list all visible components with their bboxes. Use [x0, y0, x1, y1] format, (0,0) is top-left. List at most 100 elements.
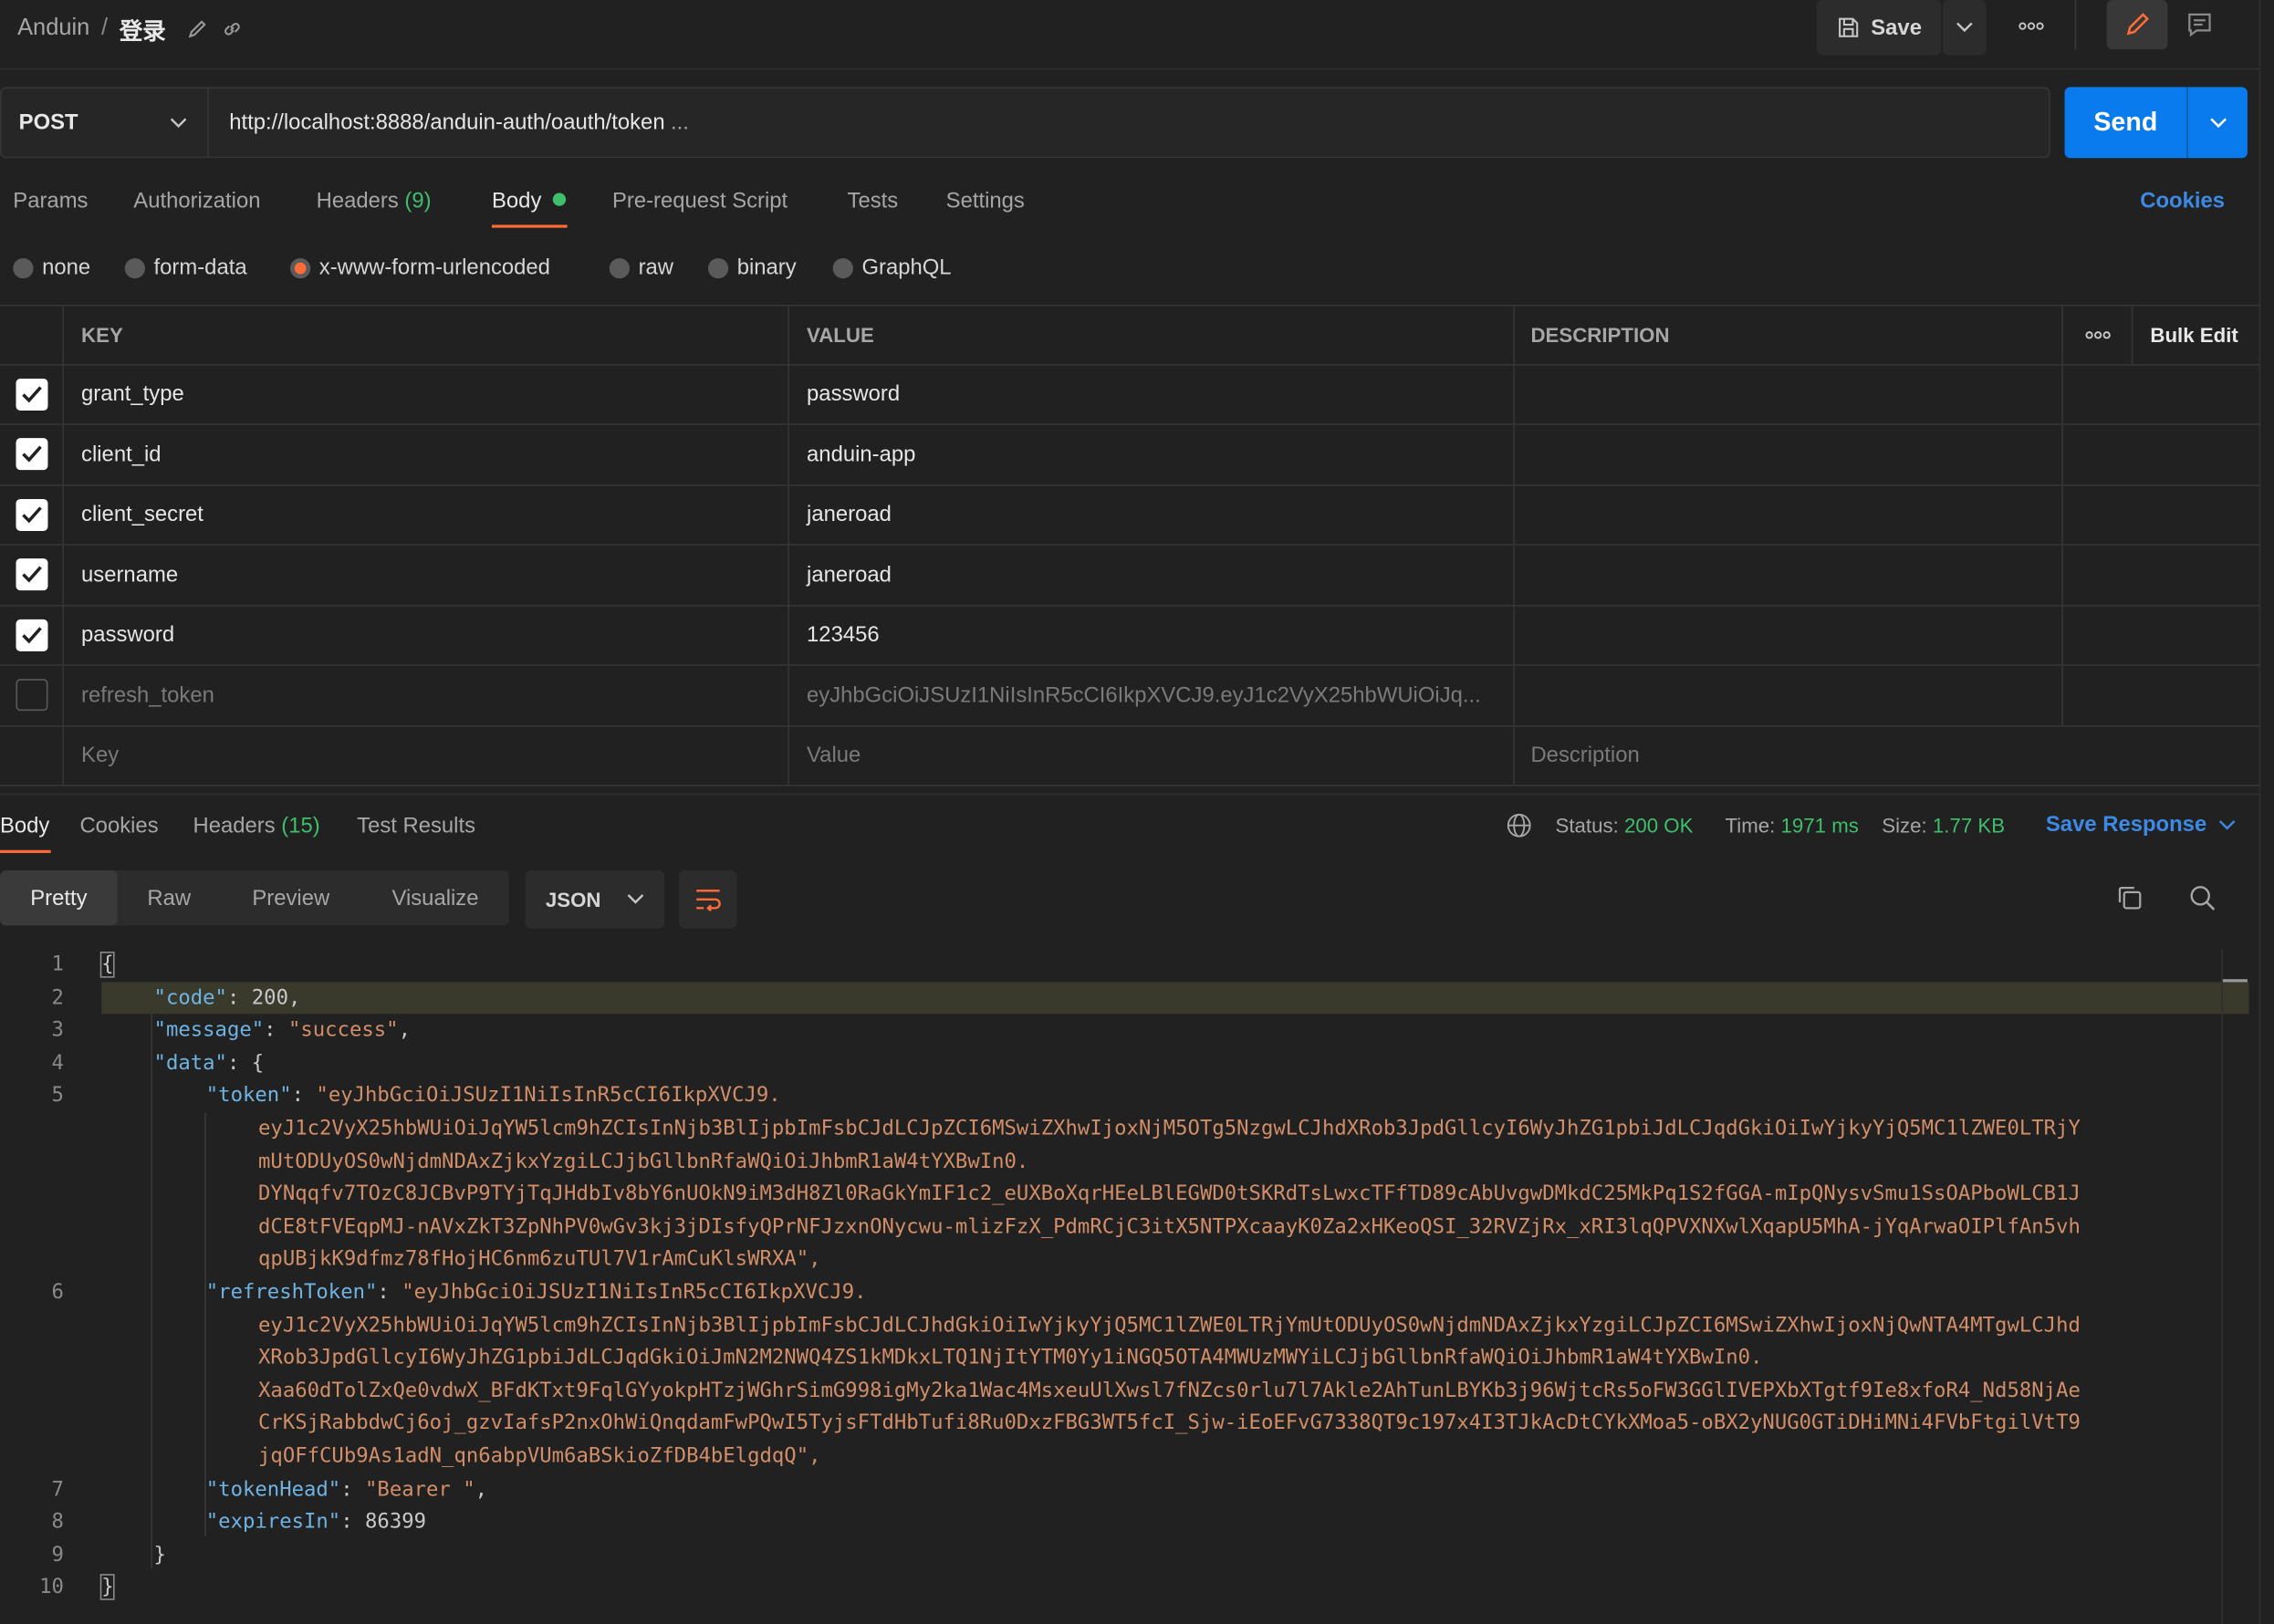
send-options-button[interactable]: [2187, 87, 2248, 159]
param-key[interactable]: grant_type: [64, 364, 789, 424]
table-row: grant_type password: [0, 364, 2261, 425]
bulk-edit-button[interactable]: Bulk Edit: [2133, 306, 2260, 363]
row-checkbox[interactable]: [15, 619, 47, 651]
comment-icon: [2185, 10, 2215, 39]
response-tab-cookies[interactable]: Cookies: [79, 814, 158, 838]
wrap-lines-button[interactable]: [679, 870, 737, 929]
tab-prerequest-script[interactable]: Pre-request Script: [612, 189, 788, 213]
chevron-down-icon: [170, 117, 187, 129]
radio-form-data[interactable]: form-data: [124, 255, 247, 280]
status-value: 200 OK: [1623, 813, 1694, 838]
new-description-input[interactable]: Description: [1515, 726, 2063, 785]
view-pretty-button[interactable]: Pretty: [0, 870, 118, 926]
row-check-cell: [0, 364, 64, 424]
row-spacer: [2063, 546, 2260, 604]
checkmark-icon: [21, 505, 42, 523]
row-checkbox[interactable]: [15, 498, 47, 531]
tab-body-label: Body: [492, 188, 542, 213]
param-value[interactable]: eyJhbGciOiJSUzI1NiIsInR5cCI6IkpXVCJ9.eyJ…: [789, 665, 1515, 725]
tab-params[interactable]: Params: [13, 189, 88, 213]
tab-tests[interactable]: Tests: [848, 189, 899, 213]
table-more-button[interactable]: [2063, 306, 2133, 364]
view-visualize-button[interactable]: Visualize: [361, 870, 509, 925]
save-response-button[interactable]: Save Response: [2046, 812, 2236, 837]
json-string: "success": [287, 1018, 399, 1042]
comments-button[interactable]: [2171, 0, 2229, 49]
new-key-input[interactable]: Key: [64, 725, 789, 786]
response-tab-body[interactable]: Body: [0, 814, 49, 838]
row-checkbox[interactable]: [15, 679, 47, 712]
line-number: 7: [51, 1477, 64, 1502]
code-line: }: [99, 1572, 116, 1605]
time-label: Time:: [1725, 813, 1776, 838]
tab-settings[interactable]: Settings: [946, 189, 1025, 213]
row-checkbox[interactable]: [15, 438, 47, 471]
radio-graphql-label: GraphQL: [861, 255, 952, 280]
radio-binary-label: binary: [736, 255, 797, 280]
response-code-view[interactable]: 1 2 3 4 5 6 7 8 9 10 { "code": 200, "mes…: [0, 949, 2249, 1616]
save-button[interactable]: Save: [1816, 0, 1942, 56]
save-options-button[interactable]: [1943, 0, 1987, 56]
row-checkbox[interactable]: [15, 558, 47, 591]
param-key[interactable]: password: [64, 605, 789, 665]
tab-body[interactable]: Body: [492, 189, 567, 213]
more-actions-button[interactable]: [2012, 12, 2050, 41]
link-icon[interactable]: [221, 17, 244, 40]
cookies-link[interactable]: Cookies: [2140, 189, 2225, 213]
response-headers-count: (15): [281, 813, 320, 839]
radio-form-data-label: form-data: [153, 255, 247, 280]
param-description[interactable]: [1515, 605, 2063, 665]
save-icon: [1836, 15, 1862, 41]
pencil-icon[interactable]: [186, 17, 209, 40]
param-value[interactable]: password: [789, 364, 1515, 424]
row-spacer: [2063, 365, 2260, 423]
code-line: "token": "eyJhbGciOiJSUzI1NiIsInR5cCI6Ik…: [205, 1084, 781, 1108]
column-header-key: KEY: [64, 306, 789, 364]
view-raw-button[interactable]: Raw: [118, 870, 221, 925]
column-header-value: VALUE: [789, 306, 1515, 364]
radio-none[interactable]: none: [13, 255, 90, 280]
param-description[interactable]: [1515, 424, 2063, 484]
radio-raw[interactable]: raw: [609, 255, 673, 280]
code-line-wrap: jqOFfCUb9As1adN_qn6abpVUm6aBSkioZfDB4bEl…: [258, 1444, 821, 1469]
radio-binary[interactable]: binary: [707, 255, 797, 280]
row-checkbox[interactable]: [15, 378, 47, 411]
chevron-down-icon: [2218, 819, 2236, 829]
new-value-input[interactable]: Value: [789, 725, 1515, 786]
edit-mode-button[interactable]: [2106, 0, 2168, 50]
request-name[interactable]: 登录: [120, 12, 166, 47]
param-key[interactable]: username: [64, 545, 789, 605]
format-select[interactable]: JSON: [525, 870, 665, 929]
param-key[interactable]: refresh_token: [64, 665, 789, 725]
search-icon[interactable]: [2188, 883, 2217, 920]
response-tab-headers[interactable]: Headers (15): [193, 814, 319, 838]
row-check-cell: [0, 545, 64, 605]
tab-headers[interactable]: Headers (9): [317, 189, 432, 213]
response-tab-test-results[interactable]: Test Results: [357, 814, 475, 838]
code-line: "expiresIn": 86399: [205, 1510, 427, 1534]
radio-graphql[interactable]: GraphQL: [832, 255, 952, 280]
tab-authorization[interactable]: Authorization: [133, 189, 260, 213]
param-value[interactable]: janeroad: [789, 545, 1515, 605]
chevron-down-icon: [627, 894, 644, 904]
param-description[interactable]: [1515, 665, 2063, 725]
param-description[interactable]: [1515, 364, 2063, 424]
param-description[interactable]: [1515, 484, 2063, 545]
radio-urlencoded[interactable]: x-www-form-urlencoded: [290, 255, 550, 280]
param-description[interactable]: [1515, 545, 2063, 605]
view-mode-segmented: Pretty Raw Preview Visualize: [0, 870, 510, 926]
method-select[interactable]: POST: [0, 87, 209, 159]
view-preview-button[interactable]: Preview: [221, 870, 361, 925]
globe-icon[interactable]: [1506, 812, 1532, 846]
param-value[interactable]: anduin-app: [789, 424, 1515, 484]
send-button[interactable]: Send: [2064, 87, 2187, 159]
code-line-wrap: dCE8tFVEqpMJ-nAVxZkT3ZpNhPV0wGv3kj3jDIsf…: [258, 1215, 2081, 1239]
code-scrollbar[interactable]: [2221, 948, 2250, 1624]
workspace-name[interactable]: Anduin: [17, 16, 89, 42]
param-key[interactable]: client_secret: [64, 484, 789, 545]
param-key[interactable]: client_id: [64, 424, 789, 484]
copy-icon[interactable]: [2115, 883, 2144, 920]
param-value[interactable]: janeroad: [789, 484, 1515, 545]
url-input[interactable]: http://localhost:8888/anduin-auth/oauth/…: [208, 87, 2050, 159]
param-value[interactable]: 123456: [789, 605, 1515, 665]
